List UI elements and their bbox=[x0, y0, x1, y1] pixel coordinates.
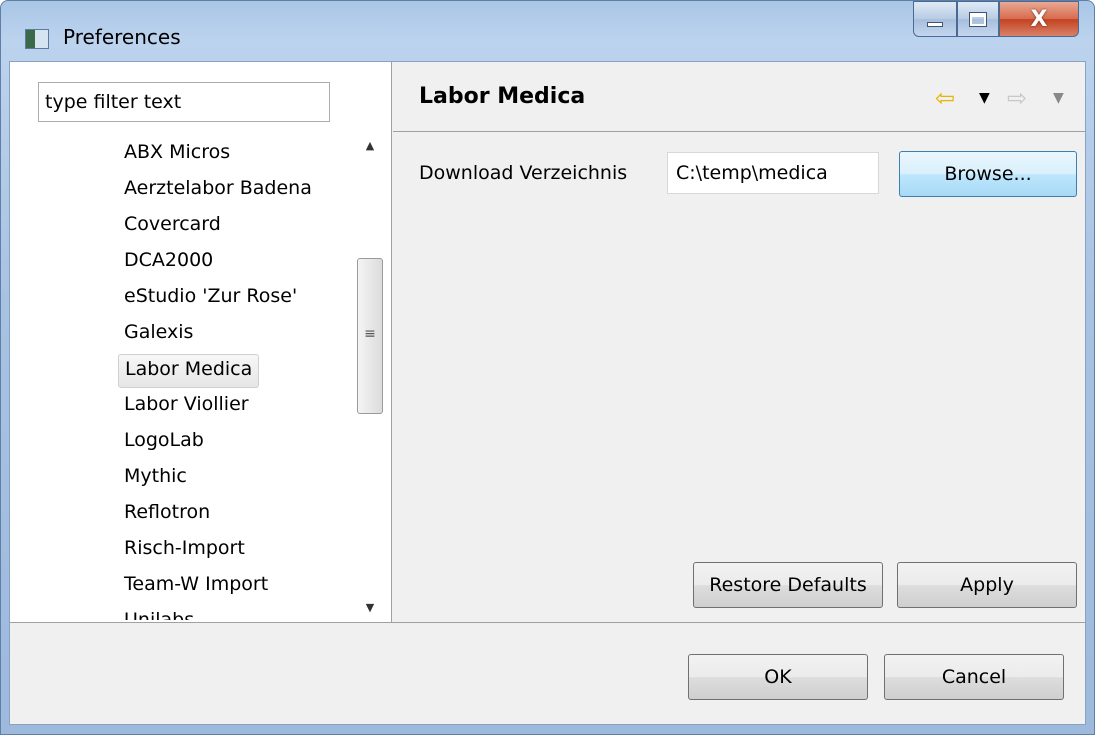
download-directory-input[interactable] bbox=[667, 152, 879, 194]
maximize-button[interactable] bbox=[957, 1, 999, 37]
window-title: Preferences bbox=[63, 25, 181, 49]
page-header: Labor Medica ⇦ ▼ ⇨ ▼ bbox=[393, 62, 1085, 132]
tree-item[interactable]: eStudio 'Zur Rose' bbox=[118, 282, 303, 316]
tree-item[interactable]: Galexis bbox=[118, 318, 199, 352]
tree-item[interactable]: Mythic bbox=[118, 462, 193, 496]
back-arrow-icon[interactable]: ⇦ bbox=[935, 84, 955, 112]
title-bar[interactable]: Preferences X bbox=[1, 1, 1094, 59]
tree-item[interactable]: ABX Micros bbox=[118, 138, 236, 172]
tree-item[interactable]: Covercard bbox=[118, 210, 227, 244]
tree-item[interactable]: Labor Medica bbox=[118, 354, 260, 388]
tree-item[interactable]: Aerztelabor Badena bbox=[118, 174, 318, 208]
tree-item[interactable]: Risch-Import bbox=[118, 534, 251, 568]
apply-button[interactable]: Apply bbox=[897, 562, 1077, 608]
scroll-thumb[interactable]: ≡ bbox=[357, 258, 383, 414]
download-directory-label: Download Verzeichnis bbox=[419, 162, 628, 184]
preference-page: Labor Medica ⇦ ▼ ⇨ ▼ Download Verzeichni… bbox=[393, 62, 1085, 622]
tree-item[interactable]: LogoLab bbox=[118, 426, 210, 460]
back-history-dropdown-icon[interactable]: ▼ bbox=[979, 90, 990, 106]
filter-input[interactable] bbox=[38, 82, 330, 122]
browse-button[interactable]: Browse... bbox=[899, 151, 1077, 197]
tree-item[interactable]: Labor Viollier bbox=[118, 390, 255, 424]
preference-navigation-pane: ABX MicrosAerztelabor BadenaCovercardDCA… bbox=[10, 62, 392, 622]
minimize-icon bbox=[927, 21, 943, 27]
scroll-down-arrow-icon[interactable]: ▼ bbox=[352, 596, 388, 620]
ok-button[interactable]: OK bbox=[688, 654, 868, 700]
close-icon: X bbox=[1030, 6, 1048, 32]
app-icon bbox=[25, 29, 49, 49]
footer-divider bbox=[10, 622, 1085, 623]
tree-scrollbar[interactable]: ▲ ≡ ▼ bbox=[352, 134, 388, 620]
maximize-icon bbox=[969, 11, 987, 27]
tree-item[interactable]: Unilabs bbox=[118, 606, 200, 620]
preferences-window: Preferences X ABX MicrosAerztelabor Bade… bbox=[0, 0, 1095, 735]
forward-arrow-icon[interactable]: ⇨ bbox=[1007, 84, 1027, 112]
cancel-button[interactable]: Cancel bbox=[884, 654, 1064, 700]
minimize-button[interactable] bbox=[913, 1, 957, 37]
dialog-client-area: ABX MicrosAerztelabor BadenaCovercardDCA… bbox=[9, 61, 1086, 725]
close-button[interactable]: X bbox=[999, 1, 1079, 37]
tree-item[interactable]: Team-W Import bbox=[118, 570, 274, 604]
restore-defaults-button[interactable]: Restore Defaults bbox=[693, 562, 883, 608]
scroll-up-arrow-icon[interactable]: ▲ bbox=[352, 134, 388, 158]
tree-item[interactable]: DCA2000 bbox=[118, 246, 219, 280]
preference-tree[interactable]: ABX Micros Aerztelabor Badena Covercard DCA… bbox=[10, 134, 352, 620]
page-title: Labor Medica bbox=[419, 84, 586, 109]
tree-item[interactable]: Reflotron bbox=[118, 498, 216, 532]
forward-history-dropdown-icon[interactable]: ▼ bbox=[1053, 90, 1064, 106]
